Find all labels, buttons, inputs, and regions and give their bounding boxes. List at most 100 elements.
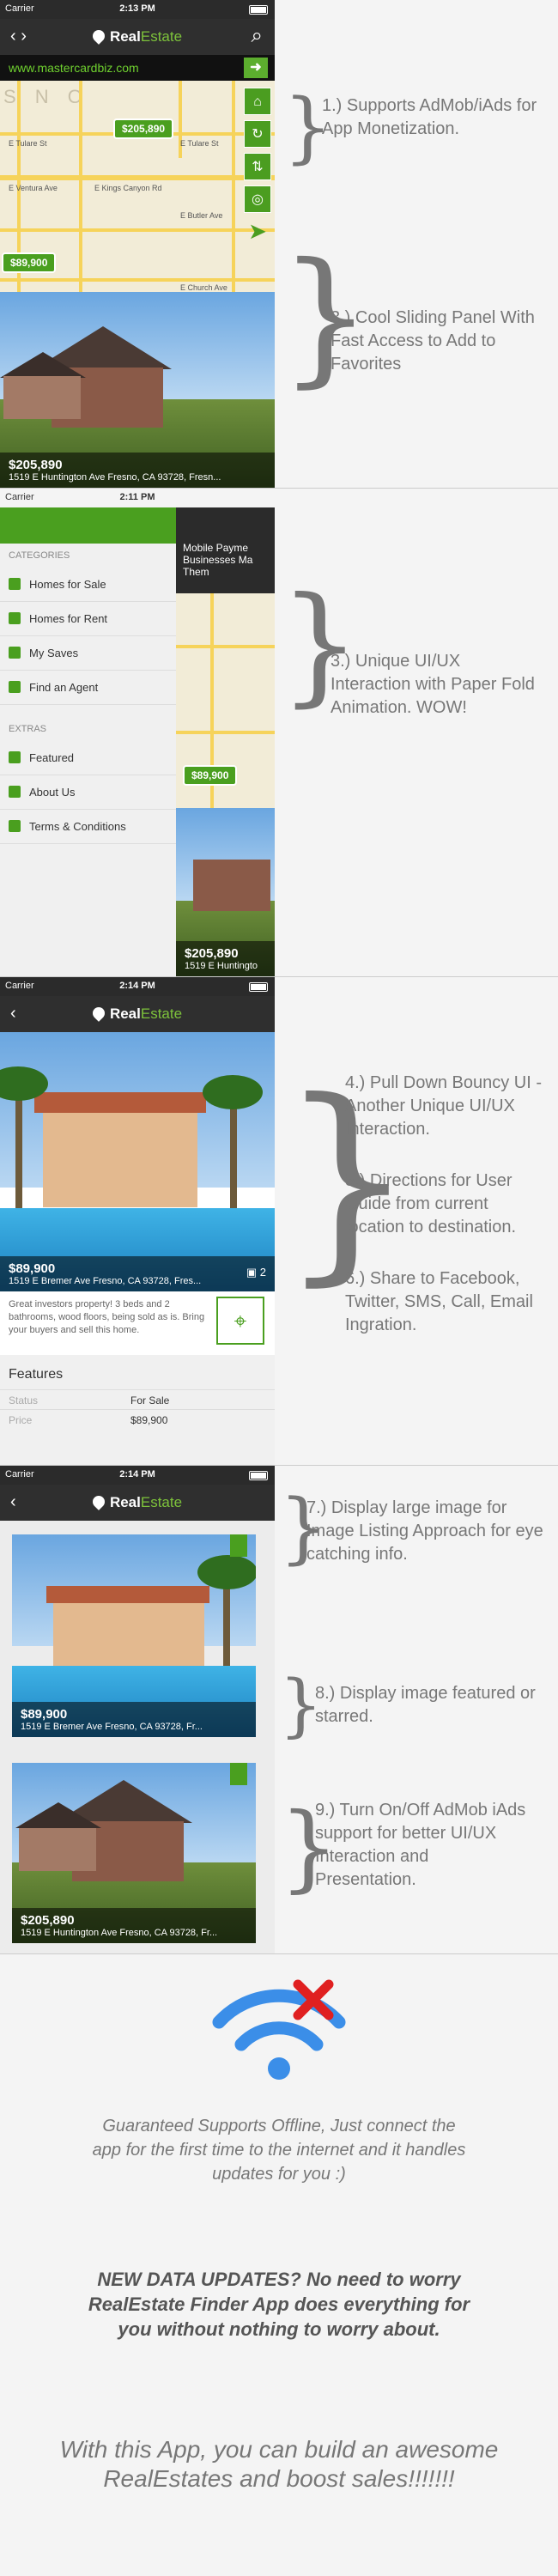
title-estate: Estate [140, 28, 183, 45]
detail-photo[interactable]: $89,900 1519 E Bremer Ave Fresno, CA 937… [0, 1032, 275, 1291]
ad-go-button[interactable]: ➜ [244, 58, 268, 78]
street-label: E Tulare St [180, 139, 219, 148]
drawer-header [0, 507, 176, 544]
drawer-item-terms[interactable]: Terms & Conditions [0, 810, 176, 844]
listing-description: Great investors property! 3 beds and 2 b… [9, 1299, 205, 1335]
section-detail: Carrier 2:14 PM ‹ RealEstate $89,900 151… [0, 977, 558, 1465]
gallery-icon: ▣ [246, 1266, 258, 1279]
feature-row-price: Price $89,900 [0, 1409, 275, 1429]
folded-ad-text: Mobile Payme Businesses Ma Them [183, 542, 253, 578]
listing-address: 1519 E Bremer Ave Fresno, CA 93728, Fres… [9, 1276, 202, 1286]
ad-banner[interactable]: www.mastercardbiz.com ➜ [0, 55, 275, 81]
location-pin-icon [90, 1493, 107, 1510]
map-price-pin[interactable]: $89,900 [183, 765, 238, 786]
map-watermark: S N O [3, 86, 89, 107]
location-pin-icon [90, 27, 107, 45]
info-icon [9, 786, 21, 798]
map-pin-icon[interactable]: ⌂ [244, 88, 271, 115]
phone-screen-listings: Carrier 2:14 PM ‹ RealEstate $89,900 151… [0, 1466, 275, 1953]
map-view[interactable]: S N O E Tulare St E Tulare St E Ventura … [0, 81, 275, 292]
battery-icon [249, 1471, 268, 1480]
phone-screen-map: Carrier 2:13 PM ‹ › RealEstate ⌕ www.mas… [0, 0, 275, 488]
street-label: E Kings Canyon Rd [94, 184, 162, 192]
section-listings: Carrier 2:14 PM ‹ RealEstate $89,900 151… [0, 1466, 558, 1953]
offline-note: Guaranteed Supports Offline, Just connec… [92, 2117, 466, 2184]
document-icon [9, 820, 21, 832]
street-label: E Ventura Ave [9, 184, 58, 192]
map-controls: ⌂ ↻ ⇅ ◎ ➤ [244, 88, 271, 245]
phone-screen-drawer: Carrier 2:11 PM CATEGORIES Homes for Sal… [0, 489, 275, 976]
listing-caption: $205,890 1519 E Huntingto [176, 941, 275, 976]
listing-address: 1519 E Huntingto [185, 961, 258, 971]
status-bar: Carrier 2:13 PM [0, 0, 275, 19]
locate-icon[interactable]: ◎ [244, 185, 271, 213]
featured-flag-icon[interactable] [230, 1763, 247, 1785]
nav-bar: ‹ RealEstate [0, 1485, 275, 1521]
section-drawer: Carrier 2:11 PM CATEGORIES Homes for Sal… [0, 489, 558, 976]
status-bar: Carrier 2:14 PM [0, 977, 275, 996]
section-map: Carrier 2:13 PM ‹ › RealEstate ⌕ www.mas… [0, 0, 558, 488]
listing-photo[interactable]: $205,890 1519 E Huntington Ave Fresno, C… [0, 292, 275, 488]
drawer-item-find-agent[interactable]: Find an Agent [0, 671, 176, 705]
drawer-item-homes-for-rent[interactable]: Homes for Rent [0, 602, 176, 636]
battery-icon [249, 982, 268, 992]
drawer-item-homes-for-sale[interactable]: Homes for Sale [0, 568, 176, 602]
street-label: E Tulare St [9, 139, 47, 148]
star-icon [9, 647, 21, 659]
drawer-item-my-saves[interactable]: My Saves [0, 636, 176, 671]
folded-ad: Mobile Payme Businesses Ma Them [176, 507, 275, 593]
feature-row-status: Status For Sale [0, 1389, 275, 1409]
features-title: Features [9, 1367, 64, 1382]
callout-share: 6.) Share to Facebook, Twitter, SMS, Cal… [345, 1269, 533, 1334]
status-bar: Carrier 2:11 PM [0, 489, 275, 507]
closing-note: With this App, you can build an awesome … [59, 2436, 499, 2492]
folded-map[interactable]: $89,900 [176, 593, 275, 808]
callout-featured: 8.) Display image featured or starred. [315, 1684, 536, 1726]
listing-card[interactable]: $89,900 1519 E Bremer Ave Fresno, CA 937… [12, 1534, 256, 1737]
street-label: E Butler Ave [180, 211, 223, 220]
nav-bar: ‹ › RealEstate ⌕ [0, 19, 275, 55]
wifi-offline-icon [212, 1979, 346, 2080]
directions-icon[interactable]: ⇅ [244, 153, 271, 180]
listing-price: $205,890 [21, 1913, 75, 1928]
listing-address: 1519 E Bremer Ave Fresno, CA 93728, Fr..… [21, 1722, 203, 1732]
navigation-arrow-icon[interactable]: ➤ [244, 218, 271, 245]
extras-heading: EXTRAS [9, 724, 47, 734]
features-panel: Features Status For Sale Price $89,900 [0, 1355, 275, 1465]
callout-sliding-panel: 3.) Cool Sliding Panel With Fast Access … [331, 308, 535, 374]
building-icon [9, 612, 21, 624]
drawer-item-featured[interactable]: Featured [0, 741, 176, 775]
callout-directions: 5.) Directions for User Guide from curre… [345, 1171, 517, 1236]
status-time: 2:14 PM [119, 981, 155, 991]
listing-caption: $89,900 1519 E Bremer Ave Fresno, CA 937… [0, 1256, 275, 1291]
ad-url[interactable]: www.mastercardbiz.com [9, 61, 139, 75]
drawer-item-about[interactable]: About Us [0, 775, 176, 810]
listing-price: $89,900 [21, 1707, 68, 1722]
callout-admob: 1.) Supports AdMob/iAds for App Monetiza… [322, 96, 537, 138]
home-icon [9, 578, 21, 590]
status-bar: Carrier 2:14 PM [0, 1466, 275, 1485]
app-title: RealEstate [0, 1493, 275, 1511]
categories-heading: CATEGORIES [9, 550, 70, 561]
status-time: 2:13 PM [119, 3, 155, 14]
listing-address: 1519 E Huntington Ave Fresno, CA 93728, … [21, 1928, 218, 1938]
photo-count[interactable]: ▣ 2 [246, 1266, 266, 1279]
phone-screen-detail: Carrier 2:14 PM ‹ RealEstate $89,900 151… [0, 977, 275, 1465]
app-title: RealEstate [0, 1005, 275, 1023]
map-price-pin[interactable]: $89,900 [2, 252, 57, 273]
side-drawer: CATEGORIES Homes for Sale Homes for Rent… [0, 544, 176, 976]
agent-icon [9, 681, 21, 693]
callout-large-image: 7.) Display large image for Image Listin… [306, 1498, 543, 1564]
map-directions-icon[interactable]: ⌖ [216, 1297, 264, 1345]
map-price-pin[interactable]: $205,890 [113, 118, 174, 139]
street-label: E Church Ave [180, 283, 227, 292]
listing-card[interactable]: $205,890 1519 E Huntington Ave Fresno, C… [12, 1763, 256, 1943]
listing-caption: $89,900 1519 E Bremer Ave Fresno, CA 937… [12, 1702, 256, 1737]
refresh-icon[interactable]: ↻ [244, 120, 271, 148]
featured-flag-icon[interactable] [230, 1534, 247, 1557]
search-icon[interactable]: ⌕ [252, 24, 263, 48]
listing-price: $205,890 [9, 458, 63, 472]
status-time: 2:14 PM [119, 1469, 155, 1479]
listing-price: $205,890 [185, 946, 239, 961]
folded-listing-photo[interactable]: $205,890 1519 E Huntingto [176, 808, 275, 976]
